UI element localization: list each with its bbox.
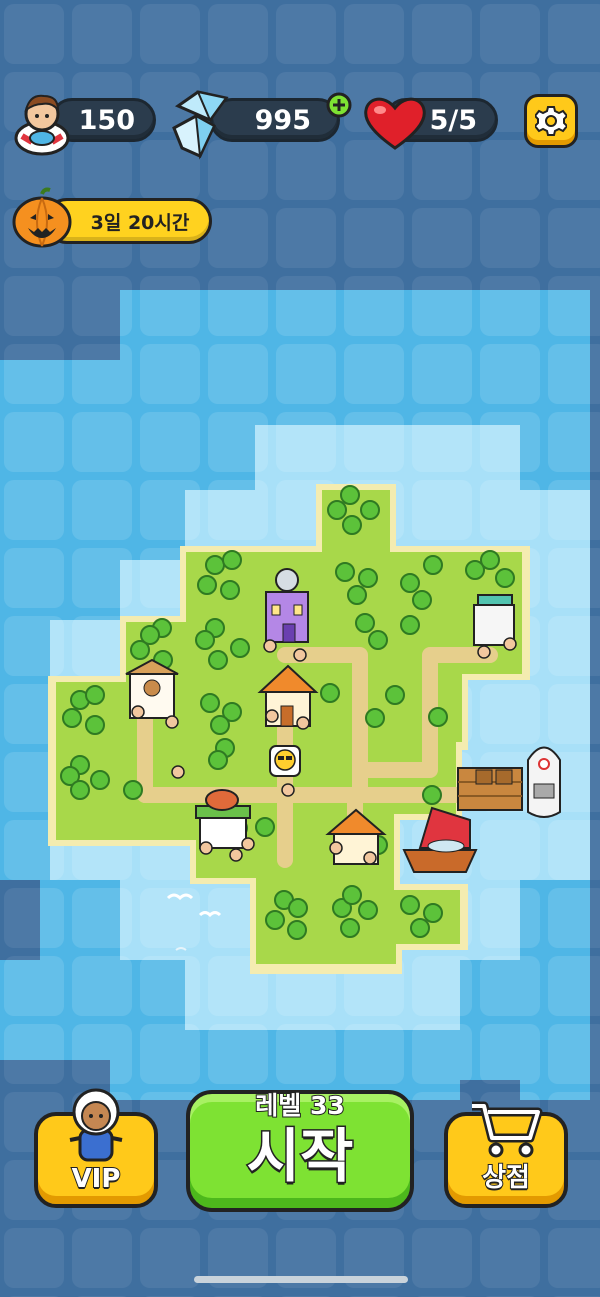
heart-icon [362,92,428,152]
barn-building[interactable] [473,594,515,646]
coins-value: 150 [78,104,135,136]
sunglasses-emoji-icon [269,745,301,777]
pumpkin-icon [10,186,74,250]
shop-label: 상점 [481,1162,531,1194]
start-button[interactable]: 레벨 33 시작 [186,1090,414,1212]
shopping-cart-icon [466,1098,546,1162]
event-timer-text: 3일 20시간 [90,211,190,234]
character-lifebuoy-icon [12,86,72,158]
start-label: 시작 [245,1121,355,1192]
home-indicator[interactable] [194,1276,408,1283]
dock[interactable] [457,767,523,811]
settings-button[interactable] [524,94,578,148]
gems-value: 995 [254,104,311,136]
vip-captain-icon [64,1080,128,1166]
lives-value: 5/5 [429,104,477,136]
plus-icon[interactable] [326,92,352,118]
motor-boat[interactable] [527,746,561,818]
vip-label: VIP [71,1163,122,1195]
gear-icon [533,105,569,137]
crystal-gem-icon [170,86,234,162]
